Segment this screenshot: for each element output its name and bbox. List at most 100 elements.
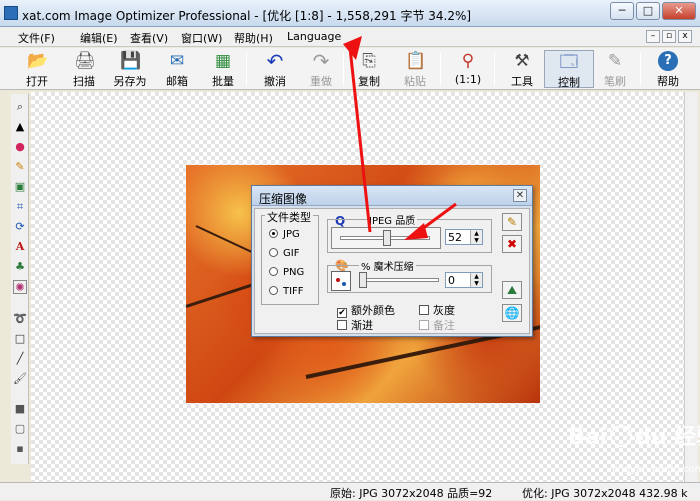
status-optimized: 优化: JPG 3072x2048 432.98 k: [522, 487, 688, 500]
rectangle-tool-icon[interactable]: □: [13, 332, 27, 346]
fill-square-icon[interactable]: ■: [13, 402, 27, 416]
radio-jpg-label: JPG: [283, 229, 300, 240]
app-window: xat.com Image Optimizer Professional - […: [0, 0, 700, 500]
app-icon: [4, 6, 18, 20]
mail-button[interactable]: ✉ 邮箱: [152, 50, 202, 88]
brush-tool-icon[interactable]: 🖌: [13, 372, 27, 386]
line-tool-icon[interactable]: ╱: [13, 352, 27, 366]
stamp-tool-icon[interactable]: ♣: [13, 260, 27, 274]
baidu-paw-icon: [610, 425, 633, 447]
batch-button[interactable]: ▦ 批量: [198, 50, 248, 88]
lasso-tool-icon[interactable]: ➰: [13, 312, 27, 326]
help-button[interactable]: ? 帮助: [643, 50, 693, 88]
progressive-checkbox[interactable]: 渐进: [337, 317, 373, 333]
pen-icon[interactable]: ✎: [502, 213, 522, 231]
radio-png[interactable]: PNG: [269, 267, 304, 278]
effect-tool-icon[interactable]: ✺: [13, 280, 27, 294]
open-button[interactable]: 📂 打开: [12, 50, 62, 88]
image-tool-icon[interactable]: ▣: [13, 180, 27, 194]
tools-icon: ⚒: [514, 51, 530, 71]
pencil-tool-icon[interactable]: ✎: [13, 160, 27, 174]
actual-size-button[interactable]: ⚲ (1:1): [443, 50, 493, 88]
spin-up-arrow-icon[interactable]: ▲: [471, 273, 482, 280]
rotate-tool-icon[interactable]: ⟳: [13, 220, 27, 234]
open-button-label: 打开: [26, 75, 48, 88]
jpeg-quality-slider[interactable]: [331, 227, 441, 249]
compress-image-dialog: 压缩图像 ✕ 文件类型 JPG GIF PNG TIFF Q JPEG 品质 5…: [251, 185, 533, 337]
menu-window[interactable]: 窗口(W): [181, 30, 222, 46]
close-button[interactable]: ✕: [662, 2, 696, 20]
frame-square-icon[interactable]: ▢: [13, 422, 27, 436]
extra-colors-checkbox[interactable]: ✔ 额外颜色: [337, 302, 395, 318]
jpeg-quality-spinner[interactable]: 52 ▲ ▼: [445, 229, 483, 245]
copy-icon: ⎘: [362, 51, 376, 71]
control-button-label: 控制: [558, 76, 580, 89]
radio-jpg[interactable]: JPG: [269, 229, 300, 240]
magic-compress-spinner[interactable]: 0 ▲ ▼: [445, 272, 483, 288]
color-tool-icon[interactable]: ●: [13, 140, 27, 154]
jpeg-quality-thumb[interactable]: [382, 230, 391, 246]
undo-button-label: 撤消: [264, 75, 286, 88]
menu-bar: 文件(F) 编辑(E) 查看(V) 窗口(W) 帮助(H) Language –…: [0, 27, 700, 47]
actual-size-button-label: (1:1): [454, 73, 482, 86]
window-title: xat.com Image Optimizer Professional - […: [22, 9, 472, 23]
radio-jpg-dot: [269, 229, 278, 238]
comment-checkbox[interactable]: 备注: [419, 317, 455, 333]
scan-button[interactable]: 🖨 扫描: [59, 50, 109, 88]
brush-icon: ✎: [607, 51, 623, 71]
spin-up-arrow-icon[interactable]: ▲: [471, 230, 482, 237]
jpeg-quality-value: 52: [448, 231, 462, 244]
maximize-button[interactable]: □: [636, 2, 660, 20]
magic-compress-thumb[interactable]: [359, 272, 367, 288]
landscape-icon[interactable]: ⛰: [502, 281, 522, 299]
spin-down-arrow-icon[interactable]: ▼: [471, 280, 482, 287]
menu-file[interactable]: 文件(F): [18, 30, 55, 46]
dialog-close-button[interactable]: ✕: [513, 189, 527, 202]
red-x-icon[interactable]: ✖: [502, 235, 522, 253]
menu-edit[interactable]: 编辑(E): [80, 30, 118, 46]
title-bar[interactable]: xat.com Image Optimizer Professional - […: [0, 0, 700, 27]
menu-language[interactable]: Language: [287, 30, 341, 43]
mdi-minimize-button[interactable]: –: [646, 30, 660, 43]
text-tool-icon[interactable]: A: [13, 240, 27, 254]
radio-gif-dot: [269, 248, 278, 257]
crop-tool-icon[interactable]: ⌗: [13, 200, 27, 214]
watermark-text-c: 经验: [674, 425, 700, 450]
redo-button[interactable]: ↷ 重做: [296, 50, 346, 88]
small-square-icon[interactable]: ▪: [13, 442, 27, 456]
status-bar: 原始: JPG 3072x2048 品质=92 优化: JPG 3072x204…: [0, 482, 700, 500]
menu-help[interactable]: 帮助(H): [234, 30, 273, 46]
brush-button[interactable]: ✎ 笔刷: [590, 50, 640, 88]
spin-down-arrow-icon[interactable]: ▼: [471, 237, 482, 244]
save-as-button[interactable]: 💾 另存为: [105, 50, 155, 88]
magic-compress-track: [361, 278, 439, 282]
undo-icon: ↶: [266, 49, 284, 73]
toolbar-separator: [440, 52, 441, 86]
magic-compress-slider[interactable]: [355, 271, 439, 289]
save-as-button-label: 另存为: [113, 75, 147, 88]
minimize-button[interactable]: ─: [610, 2, 634, 20]
dialog-body: 文件类型 JPG GIF PNG TIFF Q JPEG 品质 52 ▲ ▼ 🎨 …: [254, 208, 530, 334]
fill-tool-icon[interactable]: ▲: [13, 120, 27, 134]
grayscale-checkbox[interactable]: 灰度: [419, 302, 455, 318]
vertical-scrollbar[interactable]: [684, 92, 698, 482]
copy-button-label: 复制: [358, 75, 380, 88]
mdi-restore-button[interactable]: ▫: [662, 30, 676, 43]
toolbar-separator: [246, 52, 247, 86]
mdi-close-button[interactable]: x: [678, 30, 692, 43]
undo-button[interactable]: ↶ 撤消: [250, 50, 300, 88]
baidu-jingyan-watermark: Bai du 经验 jingyan.baidu.com: [568, 425, 700, 477]
radio-gif[interactable]: GIF: [269, 248, 299, 259]
zoom-tool-icon[interactable]: ⌕: [13, 100, 27, 114]
menu-view[interactable]: 查看(V): [130, 30, 168, 46]
dialog-title-bar[interactable]: 压缩图像 ✕: [252, 186, 532, 206]
globe-icon[interactable]: 🌐: [502, 304, 522, 322]
radio-tiff-dot: [269, 286, 278, 295]
paste-button[interactable]: 📋 粘贴: [390, 50, 440, 88]
tools-button[interactable]: ⚒ 工具: [497, 50, 547, 88]
redo-icon: ↷: [312, 49, 330, 73]
radio-tiff[interactable]: TIFF: [269, 286, 304, 297]
magic-compress-value: 0: [448, 274, 455, 287]
copy-button[interactable]: ⎘ 复制: [344, 50, 394, 88]
control-button[interactable]: 🗔 控制: [544, 50, 594, 89]
